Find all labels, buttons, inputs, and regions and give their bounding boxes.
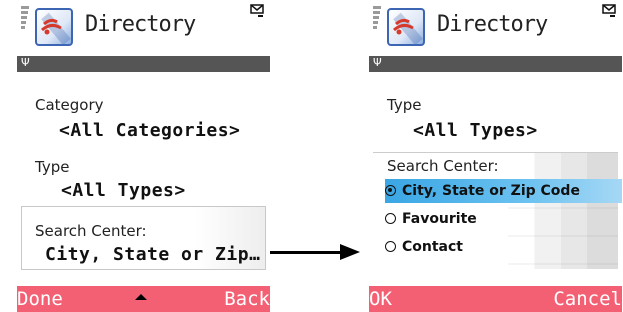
search-center-label: Search Center: xyxy=(387,157,499,175)
popup-background xyxy=(508,153,618,269)
left-phone-screen: Directory Ψ Category <All Categories> Ty… xyxy=(17,0,270,312)
title-bar: Directory Ψ xyxy=(17,0,270,72)
status-strip xyxy=(17,56,270,72)
radio-icon xyxy=(385,213,396,224)
page-title: Directory xyxy=(437,12,548,37)
scroll-up-icon xyxy=(135,294,147,300)
search-center-label: Search Center: xyxy=(35,222,147,240)
option-label: City, State or Zip Code xyxy=(402,183,580,199)
back-softkey[interactable]: Back xyxy=(224,288,270,310)
type-value[interactable]: <All Types> xyxy=(413,120,538,141)
option-favourite[interactable]: Favourite xyxy=(385,211,477,227)
option-label: Favourite xyxy=(402,211,477,227)
mail-icon xyxy=(602,4,616,24)
right-phone-screen: Directory Ψ Type <All Types> Search Cent… xyxy=(369,0,622,312)
type-label: Type xyxy=(35,158,70,176)
category-label: Category xyxy=(35,96,104,114)
softkey-bar: OK Cancel xyxy=(369,286,622,312)
type-label: Type xyxy=(387,96,422,114)
option-city-state-zip[interactable]: City, State or Zip Code xyxy=(385,183,580,199)
softkey-bar: Done Back xyxy=(17,286,270,312)
search-center-value[interactable]: City, State or Zip… xyxy=(45,244,260,265)
antenna-icon: Ψ xyxy=(21,56,30,69)
cancel-softkey[interactable]: Cancel xyxy=(553,288,622,310)
page-title: Directory xyxy=(85,12,196,37)
signal-bars-icon xyxy=(21,6,29,31)
type-value[interactable]: <All Types> xyxy=(61,180,186,201)
done-softkey[interactable]: Done xyxy=(17,288,63,310)
search-center-popup: Search Center: City, State or Zip Code F… xyxy=(373,152,622,269)
form-content: Type <All Types> Search Center: City, St… xyxy=(369,72,622,286)
directory-app-icon xyxy=(35,8,73,46)
option-contact[interactable]: Contact xyxy=(385,239,463,255)
status-strip xyxy=(369,56,622,72)
form-content: Category <All Categories> Type <All Type… xyxy=(17,72,270,286)
category-value[interactable]: <All Categories> xyxy=(59,120,240,141)
title-bar: Directory Ψ xyxy=(369,0,622,72)
antenna-icon: Ψ xyxy=(373,56,382,69)
mail-icon xyxy=(250,4,264,24)
radio-selected-icon xyxy=(385,185,396,196)
radio-icon xyxy=(385,241,396,252)
signal-bars-icon xyxy=(373,6,381,31)
directory-app-icon xyxy=(387,8,425,46)
option-label: Contact xyxy=(402,239,463,255)
ok-softkey[interactable]: OK xyxy=(369,288,392,310)
arrowhead-icon xyxy=(340,244,360,260)
arrow-icon xyxy=(270,251,350,254)
